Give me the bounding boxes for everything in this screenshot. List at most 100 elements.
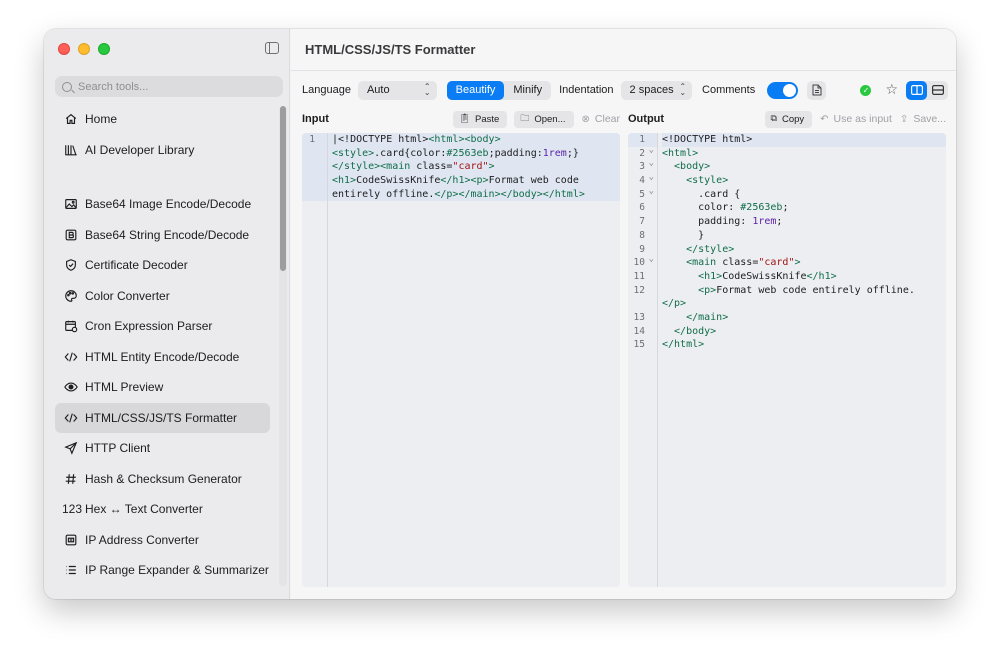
- output-title: Output: [628, 113, 665, 125]
- code-line: entirely offline.</p></main></body></htm…: [332, 188, 585, 200]
- sidebar-item-home[interactable]: Home: [55, 104, 270, 135]
- checkmark-icon: ✓: [860, 84, 872, 96]
- line-number: [628, 297, 657, 311]
- star-icon: ☆: [885, 82, 899, 98]
- line-number: 15: [633, 339, 645, 351]
- code-line: </p>: [662, 298, 687, 310]
- open-label: Open...: [534, 113, 566, 125]
- line-number: 13: [633, 311, 645, 323]
- sidebar-item-cron-expression-parser[interactable]: Cron Expression Parser: [55, 311, 270, 342]
- language-label: Language: [302, 84, 351, 96]
- folder-icon: 🗀: [520, 114, 530, 124]
- sidebar-item-ai-developer-library[interactable]: AI Developer Library: [55, 135, 270, 166]
- sidebar-item-base64-image[interactable]: Base64 Image Encode/Decode: [55, 189, 270, 220]
- input-panel: Input 📋︎ Paste 🗀 Open... ⊗ Clear 1 |<!DO…: [302, 107, 620, 587]
- open-button[interactable]: 🗀 Open...: [514, 110, 574, 128]
- sidebar: Home AI Developer Library Base64 Image E…: [44, 29, 290, 599]
- sidebar-item-label: HTTP Client: [85, 441, 151, 456]
- input-code-block: |<!DOCTYPE html><html><body> <style>.car…: [328, 133, 620, 202]
- language-select-value: Auto: [366, 84, 390, 96]
- clear-button[interactable]: ⊗ Clear: [582, 113, 620, 125]
- sidebar-item-html-entity[interactable]: HTML Entity Encode/Decode: [55, 342, 270, 373]
- output-editor[interactable]: 123456789101112131415 <!DOCTYPE html> <h…: [628, 133, 946, 587]
- split-horizontal-button[interactable]: [906, 80, 928, 100]
- sidebar-item-label: AI Developer Library: [85, 142, 195, 157]
- comments-toggle[interactable]: [767, 81, 798, 99]
- window-title: HTML/CSS/JS/TS Formatter: [291, 29, 956, 71]
- hash-icon: [63, 471, 78, 486]
- clipboard-icon: 📋︎: [458, 114, 471, 124]
- code-line: </body>: [662, 325, 717, 337]
- sidebar-item-formatter[interactable]: HTML/CSS/JS/TS Formatter: [55, 402, 270, 433]
- beautify-button[interactable]: Beautify: [446, 80, 505, 100]
- minimize-window-button[interactable]: [78, 43, 90, 55]
- sidebar-item-label: HTML Preview: [85, 380, 164, 395]
- code-line: }: [662, 229, 705, 241]
- sidebar-item-ip-address[interactable]: IP Address Converter: [55, 525, 270, 556]
- line-number: 1: [302, 133, 327, 147]
- line-number: 8: [639, 229, 645, 241]
- indentation-select[interactable]: 2 spaces ⌃ ⌄: [620, 80, 693, 100]
- favorite-button[interactable]: ☆: [885, 81, 898, 100]
- 123-icon: 123: [61, 502, 83, 517]
- comments-label: Comments: [702, 84, 756, 96]
- b-box-icon: [63, 227, 78, 242]
- code-brackets-icon: [63, 410, 78, 425]
- code-line: |<!DOCTYPE html><html><body>: [332, 134, 501, 145]
- code-line: <h1>CodeSwissKnife</h1>: [662, 270, 837, 282]
- paste-label: Paste: [475, 113, 500, 125]
- undo-arrow-icon: ↶: [820, 113, 829, 125]
- code-line: <body>: [662, 161, 711, 173]
- language-select[interactable]: Auto ⌃ ⌄: [357, 80, 437, 100]
- input-editor[interactable]: 1 |<!DOCTYPE html><html><body> <style>.c…: [302, 133, 620, 587]
- use-as-input-button[interactable]: ↶ Use as input: [820, 113, 892, 125]
- library-icon: [63, 142, 78, 157]
- split-vertical-button[interactable]: [927, 81, 948, 100]
- sidebar-item-http-client[interactable]: HTTP Client: [55, 433, 270, 464]
- search-input[interactable]: [78, 80, 268, 93]
- sidebar-item-color-converter[interactable]: Color Converter: [55, 281, 270, 312]
- sidebar-item-html-preview[interactable]: HTML Preview: [55, 372, 270, 403]
- sidebar-item-base64-string[interactable]: Base64 String Encode/Decode: [55, 220, 270, 251]
- palette-icon: [63, 288, 78, 303]
- output-panel: Output ⧉ Copy ↶ Use as input ⇪ Save... 1…: [628, 107, 946, 587]
- document-button[interactable]: [806, 80, 827, 100]
- code-brackets-icon: [63, 349, 78, 364]
- save-button[interactable]: ⇪ Save...: [900, 113, 946, 125]
- minify-button[interactable]: Minify: [504, 81, 551, 100]
- sidebar-toggle-icon[interactable]: [265, 42, 279, 54]
- zoom-window-button[interactable]: [98, 43, 110, 55]
- sidebar-item-label: HTML/CSS/JS/TS Formatter: [85, 410, 238, 425]
- home-icon: [63, 112, 78, 127]
- layout-toggle: [906, 80, 949, 100]
- updown-chevron-icon: ⌃ ⌄: [679, 82, 687, 97]
- output-gutter: 123456789101112131415: [628, 133, 658, 587]
- updown-chevron-icon: ⌃ ⌄: [423, 82, 431, 97]
- input-title: Input: [302, 113, 329, 125]
- app-window: Home AI Developer Library Base64 Image E…: [44, 29, 956, 599]
- code-line: <h1>CodeSwissKnife</h1><p>Format web cod…: [332, 175, 579, 187]
- sidebar-item-label: Base64 Image Encode/Decode: [85, 197, 252, 212]
- code-line: </style>: [662, 243, 735, 255]
- close-window-button[interactable]: [58, 43, 70, 55]
- code-line: <!DOCTYPE html>: [662, 133, 946, 147]
- save-label: Save...: [913, 113, 946, 125]
- search-field[interactable]: [55, 76, 283, 97]
- copy-label: Copy: [781, 113, 805, 125]
- image-icon: [63, 197, 78, 212]
- sidebar-item-hash-generator[interactable]: Hash & Checksum Generator: [55, 464, 270, 495]
- copy-button[interactable]: ⧉ Copy: [764, 110, 813, 128]
- paste-button[interactable]: 📋︎ Paste: [452, 110, 508, 128]
- indentation-select-value: 2 spaces: [629, 84, 674, 96]
- code-line: color: #2563eb;: [662, 202, 789, 214]
- sidebar-item-label: IP Range Expander & Summarizer: [85, 563, 269, 578]
- input-gutter: 1: [302, 133, 328, 587]
- sidebar-item-ip-range[interactable]: IP Range Expander & Summarizer: [55, 555, 270, 586]
- sidebar-scroll-thumb[interactable]: [280, 106, 286, 271]
- sidebar-item-hex-text[interactable]: 123 Hex ↔ Text Converter: [55, 494, 270, 525]
- code-line: </main>: [662, 311, 729, 323]
- sidebar-item-certificate-decoder[interactable]: Certificate Decoder: [55, 250, 270, 281]
- code-line: <html>: [662, 147, 699, 159]
- output-panel-header: Output ⧉ Copy ↶ Use as input ⇪ Save...: [628, 107, 946, 131]
- calendar-clock-icon: [63, 319, 78, 334]
